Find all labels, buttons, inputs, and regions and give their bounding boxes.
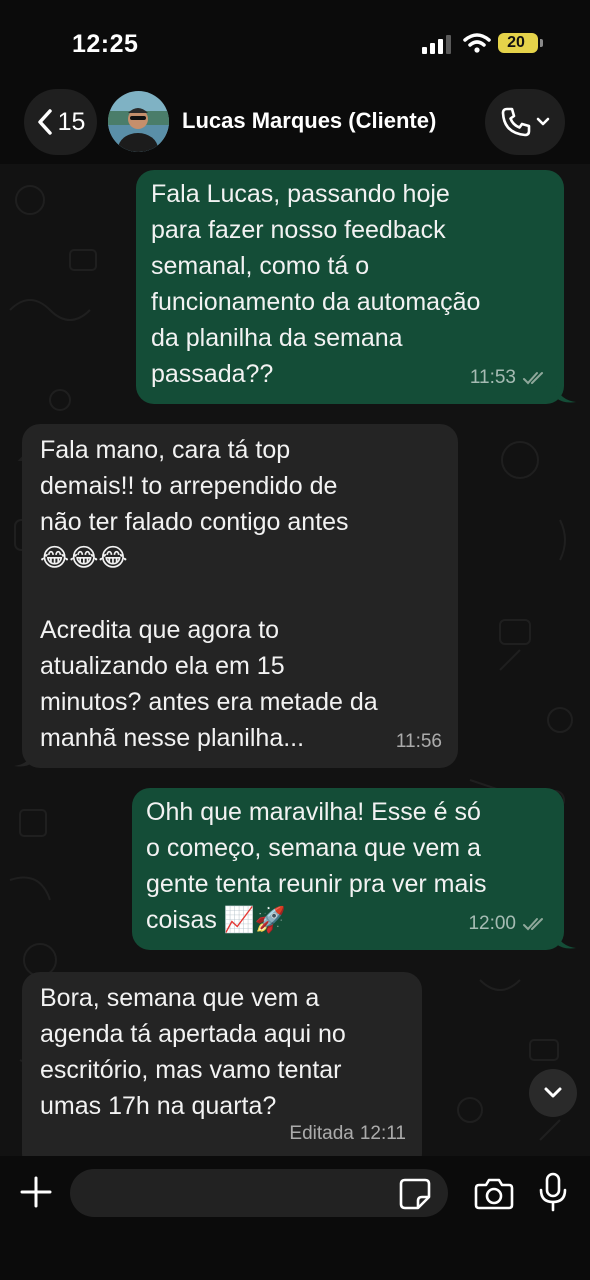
bubble-tail — [556, 386, 576, 403]
microphone-icon[interactable] — [538, 1172, 568, 1212]
message-time: 12:11 — [359, 1123, 406, 1144]
back-button[interactable]: 15 — [24, 89, 97, 155]
read-receipt-icon — [523, 918, 543, 931]
sticker-icon[interactable] — [398, 1177, 432, 1211]
message-text: Fala mano, cara tá top demais!! to arrep… — [40, 436, 378, 752]
message-time: 11:56 — [395, 731, 442, 752]
status-time: 12:25 — [72, 30, 139, 58]
status-bar: 12:25 20 — [0, 0, 590, 86]
message-time: 11:53 — [469, 367, 516, 388]
chevron-left-icon — [37, 109, 52, 135]
message-meta: Editada 12:11 — [289, 1116, 406, 1152]
cellular-signal-icon — [422, 35, 451, 54]
contact-avatar[interactable] — [108, 91, 169, 152]
chevron-down-icon — [544, 1087, 562, 1098]
bubble-tail — [14, 750, 34, 767]
scroll-to-bottom-button[interactable] — [529, 1069, 577, 1117]
contact-name[interactable]: Lucas Marques (Cliente) — [182, 108, 436, 134]
chat-header: 15 Lucas Marques (Cliente) — [0, 86, 590, 164]
edited-label: Editada — [289, 1123, 354, 1144]
phone-icon — [501, 107, 531, 137]
unread-count: 15 — [57, 107, 86, 136]
wifi-icon — [463, 33, 491, 53]
message-bubble-outgoing[interactable]: Fala Lucas, passando hoje para fazer nos… — [136, 170, 564, 404]
message-meta: 11:56 — [396, 724, 442, 760]
bubble-tail — [556, 932, 576, 949]
message-meta: 12:00 — [468, 906, 548, 942]
call-button[interactable] — [485, 89, 565, 155]
battery-nub — [540, 39, 543, 47]
chevron-down-icon — [536, 117, 550, 126]
battery-icon: 20 — [498, 33, 538, 53]
plus-icon[interactable] — [18, 1174, 54, 1210]
message-bubble-incoming[interactable]: Bora, semana que vem a agenda tá apertad… — [22, 972, 422, 1172]
message-composer — [0, 1156, 590, 1280]
message-input[interactable] — [70, 1169, 448, 1217]
read-receipt-icon — [523, 372, 543, 385]
message-text: Bora, semana que vem a agenda tá apertad… — [40, 984, 346, 1120]
message-time: 12:00 — [468, 913, 516, 934]
battery-level: 20 — [507, 34, 525, 51]
camera-icon[interactable] — [474, 1176, 514, 1210]
message-bubble-outgoing[interactable]: Ohh que maravilha! Esse é só o começo, s… — [132, 788, 564, 950]
message-meta: 11:53 — [470, 360, 548, 396]
message-bubble-incoming[interactable]: Fala mano, cara tá top demais!! to arrep… — [22, 424, 458, 768]
